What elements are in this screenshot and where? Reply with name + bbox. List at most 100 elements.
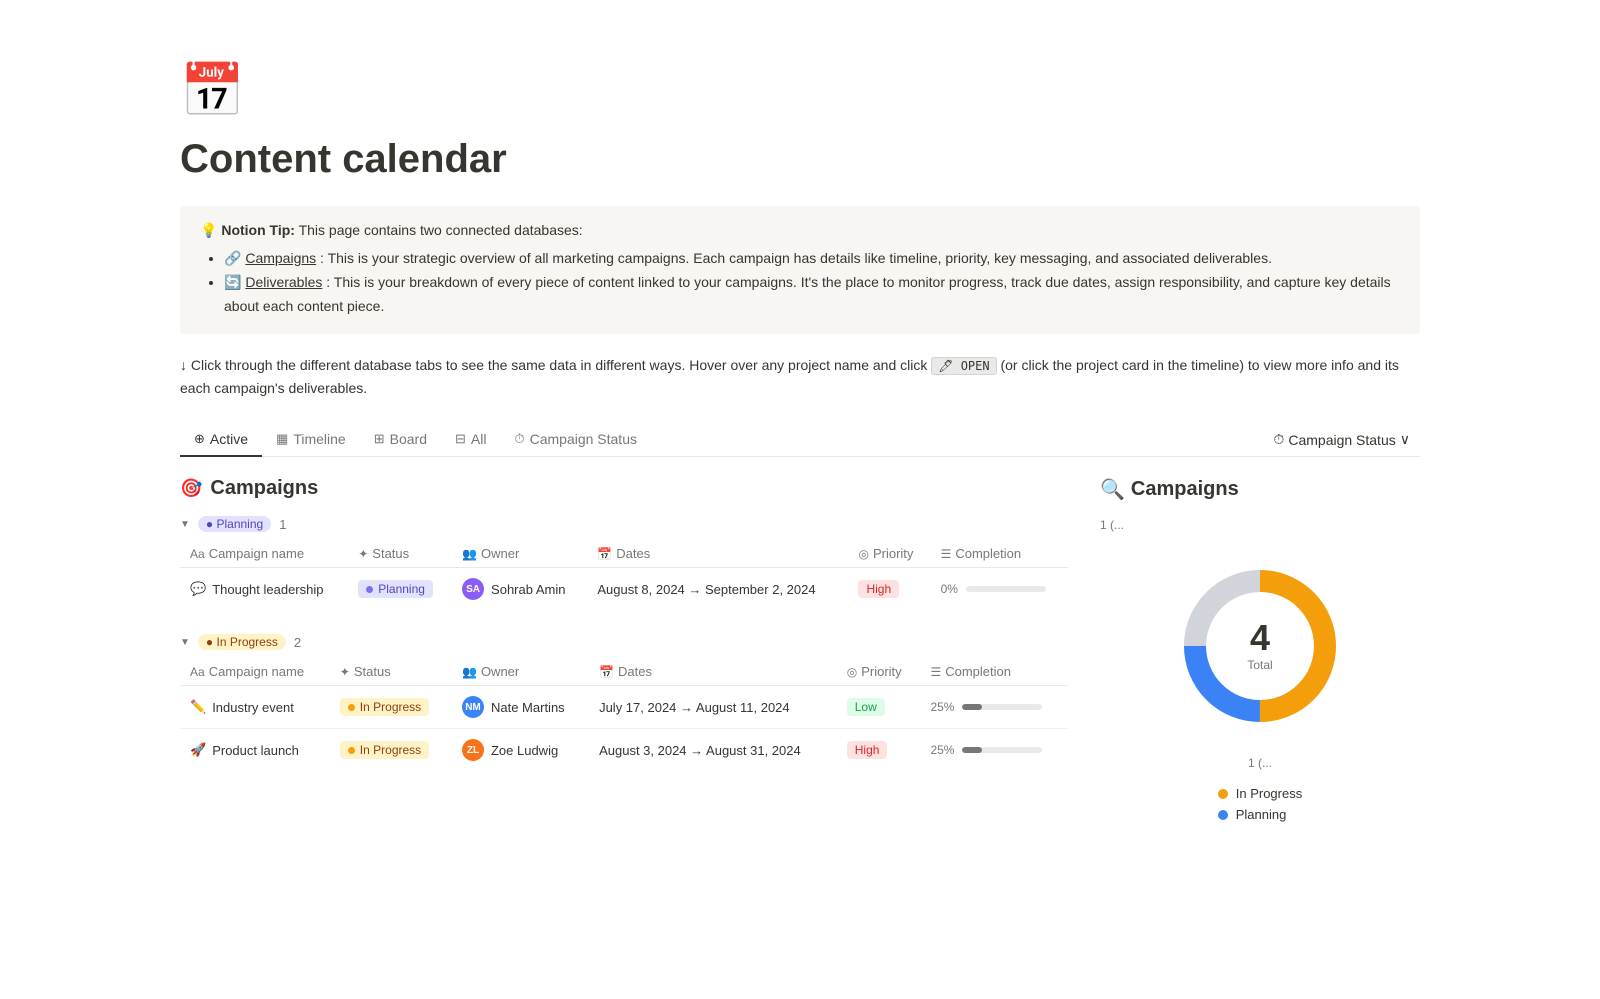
main-layout: 🎯 Campaigns ▼ ● Planning 1 AaCampaign na… — [180, 477, 1420, 822]
status-badge-industry-event: In Progress — [340, 698, 429, 716]
tab-board-label: Board — [390, 431, 427, 447]
owner-name-product-launch: Zoe Ludwig — [491, 743, 558, 758]
filter-campaign-status[interactable]: ⏱ Campaign Status ∨ — [1263, 427, 1420, 452]
cell-status-thought-leadership: Planning — [348, 568, 452, 611]
group-inprogress-toggle: ▼ — [180, 637, 190, 648]
group-planning-header[interactable]: ▼ ● Planning 1 — [180, 516, 1068, 532]
th-owner-planning: 👥Owner — [452, 540, 587, 568]
table-row[interactable]: 💬 Thought leadership Planning — [180, 568, 1068, 611]
campaign-name-product-launch[interactable]: 🚀 Product launch — [190, 742, 320, 758]
tab-campaign-label: Campaign Status — [530, 431, 637, 447]
progress-industry-event: 25% — [930, 700, 1058, 714]
tip-description: This page contains two connected databas… — [299, 222, 583, 238]
group-inprogress-badge: ● In Progress — [198, 634, 286, 650]
tip-campaigns-icon: 🔗 — [224, 250, 245, 266]
cell-status-product-launch: In Progress — [330, 729, 452, 772]
left-section-label: Campaigns — [210, 477, 318, 500]
tab-all[interactable]: ⊟ All — [441, 423, 500, 457]
inprogress-table-body: ✏️ Industry event In Progress — [180, 686, 1068, 772]
owner-industry-event: NM Nate Martins — [462, 696, 579, 718]
donut-total-label: Total — [1247, 658, 1272, 672]
th-completion-planning: ☰Completion — [931, 540, 1068, 568]
inprogress-table-header-row: AaCampaign name ✦Status 👥Owner 📅Dates ◎P… — [180, 658, 1068, 686]
cell-name-product-launch[interactable]: 🚀 Product launch — [180, 729, 330, 772]
campaign-icon-industry-event: ✏️ — [190, 699, 206, 715]
instruction-text: ↓ Click through the different database t… — [180, 354, 1420, 399]
group-inprogress-header[interactable]: ▼ ● In Progress 2 — [180, 634, 1068, 650]
th-priority-planning: ◎Priority — [848, 540, 930, 568]
owner-product-launch: ZL Zoe Ludwig — [462, 739, 579, 761]
avatar-industry-event: NM — [462, 696, 484, 718]
tip-list: 🔗 Campaigns : This is your strategic ove… — [224, 247, 1400, 318]
group-inprogress-count: 2 — [294, 635, 301, 650]
chart-note-left-bottom: 1 (... — [1248, 756, 1272, 770]
progress-bar-fill-product-launch — [962, 747, 982, 753]
tab-all-icon: ⊟ — [455, 431, 466, 447]
avatar-product-launch: ZL — [462, 739, 484, 761]
progress-thought-leadership: 0% — [941, 582, 1058, 596]
left-section-icon: 🎯 — [180, 478, 202, 499]
cell-priority-thought-leadership: High — [848, 568, 930, 611]
group-planning-count: 1 — [279, 517, 286, 532]
tip-deliverables-name[interactable]: Deliverables — [245, 274, 322, 290]
group-planning-badge: ● Planning — [198, 516, 271, 532]
th-priority-inprogress: ◎Priority — [837, 658, 921, 686]
progress-bar-bg-product-launch — [962, 747, 1042, 753]
tip-header: 💡 Notion Tip: This page contains two con… — [200, 222, 1400, 239]
legend-item-planning: Planning — [1218, 807, 1302, 822]
campaign-label-industry-event: Industry event — [212, 700, 294, 715]
campaign-label-product-launch: Product launch — [212, 743, 299, 758]
cell-name-thought-leadership[interactable]: 💬 Thought leadership — [180, 568, 348, 611]
priority-badge-industry-event: Low — [847, 698, 885, 716]
tip-campaigns-text: : This is your strategic overview of all… — [320, 250, 1272, 266]
cell-status-industry-event: In Progress — [330, 686, 452, 729]
status-label-thought-leadership: Planning — [378, 582, 425, 596]
planning-table-header-row: AaCampaign name ✦Status 👥Owner 📅Dates ◎P… — [180, 540, 1068, 568]
legend-label-inprogress: In Progress — [1236, 786, 1302, 801]
donut-total-number: 4 — [1247, 620, 1272, 656]
tab-campaign-icon: ⏱ — [514, 431, 524, 447]
tip-deliverables-icon: 🔄 — [224, 274, 245, 290]
th-status-planning: ✦Status — [348, 540, 452, 568]
page-container: 📅 Content calendar 💡 Notion Tip: This pa… — [100, 0, 1500, 862]
table-row[interactable]: ✏️ Industry event In Progress — [180, 686, 1068, 729]
legend-item-inprogress: In Progress — [1218, 786, 1302, 801]
status-dot-industry-event — [348, 704, 355, 711]
progress-pct-thought-leadership: 0% — [941, 582, 958, 596]
donut-center: 4 Total — [1247, 620, 1272, 672]
campaign-name-industry-event[interactable]: ✏️ Industry event — [190, 699, 320, 715]
status-badge-thought-leadership: Planning — [358, 580, 433, 598]
progress-pct-industry-event: 25% — [930, 700, 954, 714]
filter-chevron: ∨ — [1400, 431, 1410, 448]
progress-product-launch: 25% — [930, 743, 1058, 757]
cell-completion-thought-leadership: 0% — [931, 568, 1068, 611]
tip-campaigns-name[interactable]: Campaigns — [245, 250, 316, 266]
cell-dates-industry-event: July 17, 2024 → August 11, 2024 — [589, 686, 837, 729]
cell-completion-product-launch: 25% — [920, 729, 1068, 772]
tab-timeline[interactable]: ▦ Timeline — [262, 423, 360, 457]
cell-priority-product-launch: High — [837, 729, 921, 772]
th-dates-planning: 📅Dates — [587, 540, 848, 568]
filter-label: Campaign Status — [1288, 432, 1395, 448]
chart-label-row-top: 1 (... — [1100, 518, 1420, 532]
tab-active[interactable]: ⊕ Active — [180, 423, 262, 457]
tabs-bar: ⊕ Active ▦ Timeline ⊞ Board ⊟ All ⏱ Camp… — [180, 423, 1420, 457]
cell-name-industry-event[interactable]: ✏️ Industry event — [180, 686, 330, 729]
legend-label-planning: Planning — [1236, 807, 1287, 822]
status-label-product-launch: In Progress — [360, 743, 421, 757]
tab-board[interactable]: ⊞ Board — [360, 423, 441, 457]
right-panel-label: Campaigns — [1131, 478, 1239, 501]
campaign-name-thought-leadership[interactable]: 💬 Thought leadership — [190, 581, 338, 597]
tip-deliverables-text: : This is your breakdown of every piece … — [224, 274, 1391, 314]
table-row[interactable]: 🚀 Product launch In Progress — [180, 729, 1068, 772]
open-badge: 🖊 OPEN — [931, 357, 996, 375]
group-planning-toggle: ▼ — [180, 519, 190, 530]
th-owner-inprogress: 👥Owner — [452, 658, 589, 686]
th-campaign-name-inprogress: AaCampaign name — [180, 658, 330, 686]
status-dot-product-launch — [348, 747, 355, 754]
status-badge-product-launch: In Progress — [340, 741, 429, 759]
tip-box: 💡 Notion Tip: This page contains two con… — [180, 206, 1420, 334]
tab-campaign-status[interactable]: ⏱ Campaign Status — [500, 423, 651, 457]
chart-legend: In Progress Planning — [1218, 786, 1302, 822]
tab-active-icon: ⊕ — [194, 431, 205, 447]
